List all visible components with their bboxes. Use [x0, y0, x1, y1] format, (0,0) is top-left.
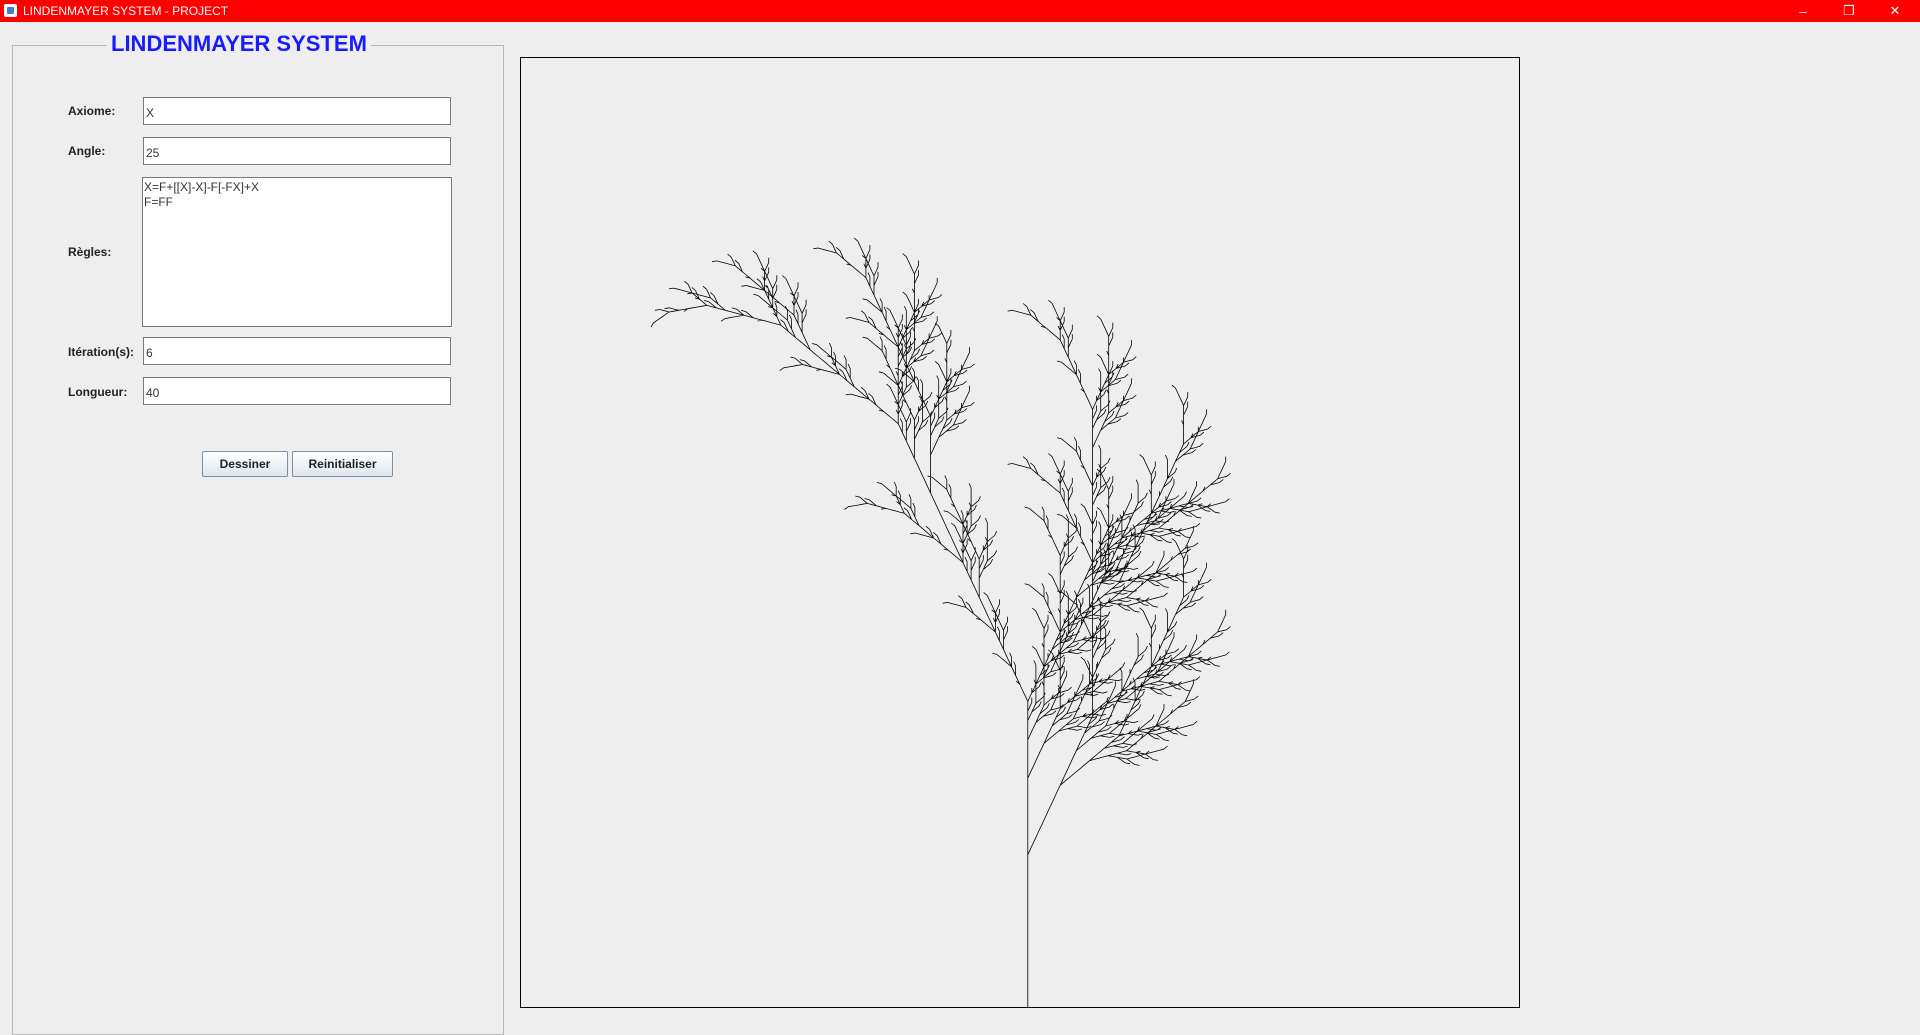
iterations-input[interactable]	[143, 337, 451, 365]
length-label: Longueur:	[68, 385, 128, 399]
iterations-label: Itération(s):	[68, 345, 134, 359]
angle-input[interactable]	[143, 137, 451, 165]
drawing-canvas	[520, 57, 1520, 1008]
axiom-input[interactable]	[143, 97, 451, 125]
restore-icon[interactable]: ❐	[1826, 0, 1872, 22]
reset-button[interactable]: Reinitialiser	[292, 451, 393, 477]
axiom-label: Axiome:	[68, 104, 116, 118]
rules-label: Règles:	[68, 245, 112, 259]
rules-textarea[interactable]: X=F+[[X]-X]-F[-FX]+X F=FF	[142, 177, 452, 327]
draw-button[interactable]: Dessiner	[202, 451, 288, 477]
window-title-bar: LINDENMAYER SYSTEM - PROJECT – ❐ ✕	[0, 0, 1920, 22]
window-title: LINDENMAYER SYSTEM - PROJECT	[23, 4, 229, 18]
rule-line: X=F+[[X]-X]-F[-FX]+X	[144, 180, 260, 194]
l-system-tree-drawing	[650, 237, 1231, 1007]
rule-line: F=FF	[144, 195, 173, 209]
panel-title: LINDENMAYER SYSTEM	[107, 32, 371, 56]
tree-branches	[650, 237, 1231, 1007]
control-panel: LINDENMAYER SYSTEM Axiome: Angle: Règles…	[12, 32, 504, 1035]
length-input[interactable]	[143, 377, 451, 405]
java-app-icon	[4, 4, 17, 17]
angle-label: Angle:	[68, 144, 106, 158]
close-icon[interactable]: ✕	[1872, 0, 1918, 22]
minimize-icon[interactable]: –	[1780, 0, 1826, 22]
